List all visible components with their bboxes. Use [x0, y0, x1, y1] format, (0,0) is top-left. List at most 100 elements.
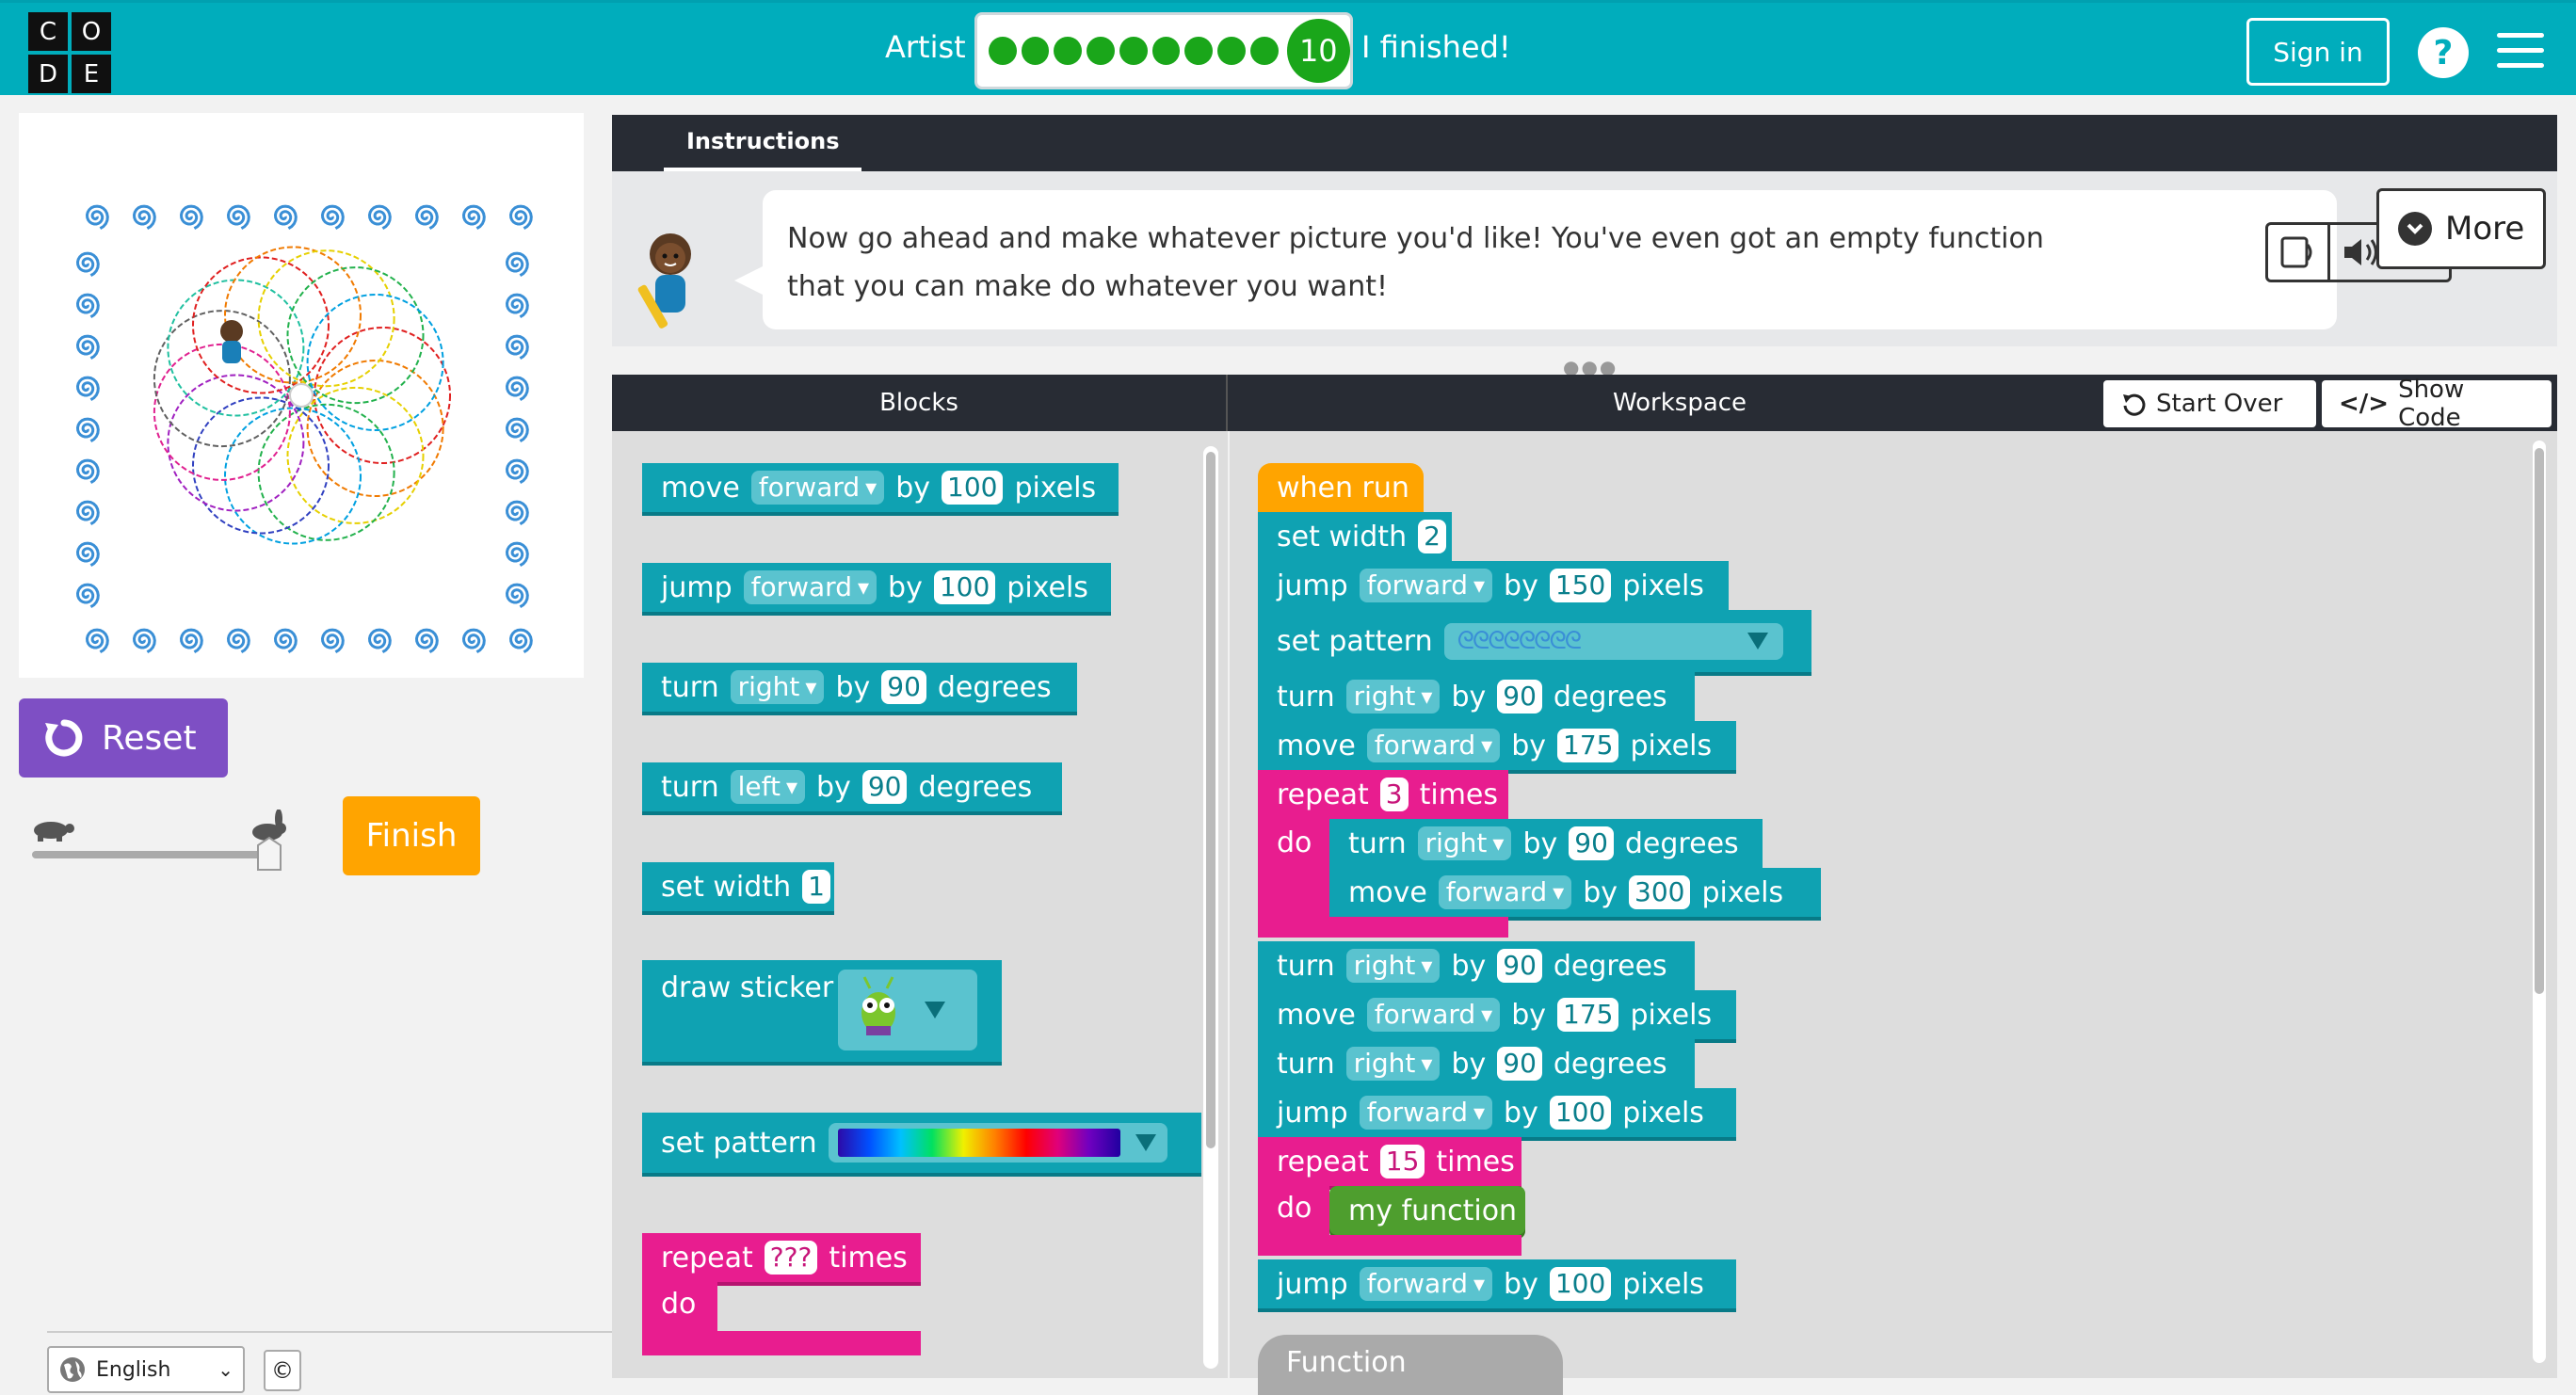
progress-dot[interactable] — [1119, 37, 1148, 65]
distance-field[interactable]: 100 — [1549, 1096, 1612, 1130]
direction-dropdown[interactable]: forward — [1359, 569, 1493, 602]
direction-dropdown[interactable]: right — [1345, 949, 1441, 983]
jump-block[interactable]: jump forward by 100 pixels — [1258, 1259, 1736, 1308]
show-code-button[interactable]: </> Show Code — [2322, 376, 2552, 432]
toolbox-scrollbar[interactable] — [1203, 446, 1218, 1369]
jump-block[interactable]: jump forward by 100 pixels — [642, 563, 1111, 612]
angle-field[interactable]: 90 — [881, 670, 926, 704]
progress-dot[interactable] — [1021, 37, 1050, 65]
move-block[interactable]: move forward by 175 pixels — [1258, 990, 1736, 1039]
my-function-call-block[interactable]: my function — [1329, 1186, 1525, 1235]
copyright-button[interactable]: © — [264, 1350, 301, 1391]
repeat-block[interactable]: repeat ??? times — [642, 1233, 921, 1282]
function-category-tab[interactable]: Function — [1258, 1335, 1563, 1395]
tab-instructions[interactable]: Instructions — [664, 115, 862, 171]
angle-field[interactable]: 90 — [1497, 680, 1542, 714]
repeat-count-field[interactable]: 3 — [1379, 778, 1409, 811]
sticker-dropdown[interactable] — [838, 970, 977, 1050]
distance-field[interactable]: 150 — [1549, 569, 1612, 602]
direction-dropdown[interactable]: forward — [750, 471, 885, 505]
speed-slider[interactable] — [28, 809, 292, 875]
code-icon: </> — [2339, 390, 2390, 418]
set-width-block[interactable]: set width 1 — [642, 862, 834, 911]
language-select[interactable]: English ⌄ — [47, 1346, 245, 1393]
progress-dot[interactable] — [1249, 37, 1279, 65]
workspace-scrollbar[interactable] — [2533, 441, 2546, 1363]
distance-field[interactable]: 100 — [942, 471, 1004, 505]
distance-field[interactable]: 100 — [933, 570, 996, 604]
repeat-block[interactable]: repeat 3 times — [1258, 770, 1508, 819]
repeat-count-field[interactable]: ??? — [764, 1241, 818, 1275]
progress-dot[interactable] — [989, 37, 1017, 65]
pattern-dropdown[interactable]: ᘓᘓᘓᘓᘓᘓᘓᘓ — [1443, 622, 1783, 660]
direction-dropdown[interactable]: forward — [1366, 998, 1501, 1032]
repeat-block[interactable]: repeat 15 times — [1258, 1137, 1521, 1186]
direction-dropdown[interactable]: left — [730, 770, 806, 804]
progress-dot[interactable] — [1151, 37, 1181, 65]
progress-dot[interactable] — [1054, 37, 1083, 65]
turn-left-block[interactable]: turn left by 90 degrees — [642, 762, 1062, 811]
finish-button[interactable]: Finish — [343, 796, 480, 875]
distance-field[interactable]: 175 — [1557, 729, 1619, 762]
move-block[interactable]: move forward by 300 pixels — [1329, 868, 1821, 917]
direction-dropdown[interactable]: right — [1345, 680, 1441, 714]
angle-field[interactable]: 90 — [1497, 1047, 1542, 1081]
turn-right-block[interactable]: turn right by 90 degrees — [1258, 672, 1695, 721]
set-pattern-block[interactable]: set pattern — [642, 1113, 1201, 1173]
progress-dot[interactable] — [1184, 37, 1214, 65]
help-icon[interactable]: ? — [2418, 27, 2469, 78]
block-label: degrees — [1553, 949, 1667, 983]
more-label: More — [2445, 210, 2525, 248]
start-over-button[interactable]: Start Over — [2103, 380, 2316, 427]
direction-dropdown[interactable]: right — [730, 670, 825, 704]
direction-dropdown[interactable]: forward — [1366, 729, 1501, 762]
turn-right-block[interactable]: turn right by 90 degrees — [1258, 1039, 1695, 1088]
hamburger-menu-icon[interactable] — [2497, 33, 2544, 71]
jump-block[interactable]: jump forward by 100 pixels — [1258, 1088, 1736, 1137]
progress-dot[interactable] — [1087, 37, 1115, 65]
direction-dropdown[interactable]: forward — [1359, 1096, 1493, 1130]
current-level-bubble[interactable]: 10 — [1286, 19, 1350, 83]
angle-field[interactable]: 90 — [1569, 826, 1614, 860]
pattern-dropdown[interactable] — [828, 1123, 1167, 1162]
progress-dot[interactable] — [1217, 37, 1246, 65]
width-field[interactable]: 2 — [1418, 520, 1446, 553]
when-run-block[interactable]: when run — [1258, 463, 1424, 512]
repeat-count-field[interactable]: 15 — [1379, 1145, 1425, 1179]
jump-block[interactable]: jump forward by 150 pixels — [1258, 561, 1729, 610]
instructions-line: that you can make do whatever you want! — [787, 270, 1388, 303]
move-block[interactable]: move forward by 100 pixels — [642, 463, 1119, 512]
reset-button[interactable]: Reset — [19, 698, 228, 778]
slider-thumb[interactable] — [257, 836, 282, 871]
sign-in-button[interactable]: Sign in — [2246, 18, 2390, 86]
direction-dropdown[interactable]: right — [1417, 826, 1512, 860]
turn-right-block[interactable]: turn right by 90 degrees — [1329, 819, 1763, 868]
swirl-pattern-mark — [75, 583, 100, 608]
distance-field[interactable]: 300 — [1629, 875, 1691, 909]
reset-icon — [45, 719, 83, 757]
direction-dropdown[interactable]: right — [1345, 1047, 1441, 1081]
angle-field[interactable]: 90 — [861, 770, 908, 804]
turn-right-block[interactable]: turn right by 90 degrees — [1258, 941, 1695, 990]
start-over-label: Start Over — [2156, 390, 2283, 418]
block-label: by — [895, 471, 930, 505]
swirl-pattern-mark — [505, 293, 529, 318]
i-finished-link[interactable]: I finished! — [1361, 29, 1511, 65]
slider-track — [32, 851, 273, 858]
more-button[interactable]: More — [2376, 188, 2546, 269]
direction-dropdown[interactable]: forward — [743, 570, 877, 604]
code-org-logo[interactable]: C O D E — [28, 12, 111, 93]
direction-dropdown[interactable]: forward — [1438, 875, 1572, 909]
width-field[interactable]: 1 — [802, 870, 830, 904]
block-label: pixels — [1014, 471, 1097, 505]
direction-dropdown[interactable]: forward — [1359, 1267, 1493, 1301]
move-block[interactable]: move forward by 175 pixels — [1258, 721, 1736, 770]
set-pattern-block[interactable]: set pattern ᘓᘓᘓᘓᘓᘓᘓᘓ — [1258, 610, 1811, 672]
angle-field[interactable]: 90 — [1497, 949, 1542, 983]
distance-field[interactable]: 175 — [1557, 998, 1619, 1032]
distance-field[interactable]: 100 — [1549, 1267, 1612, 1301]
set-width-block[interactable]: set width 2 — [1258, 512, 1452, 561]
turn-right-block[interactable]: turn right by 90 degrees — [642, 663, 1077, 712]
read-aloud-icon[interactable] — [2268, 225, 2330, 280]
draw-sticker-block[interactable]: draw sticker — [642, 960, 1002, 1062]
